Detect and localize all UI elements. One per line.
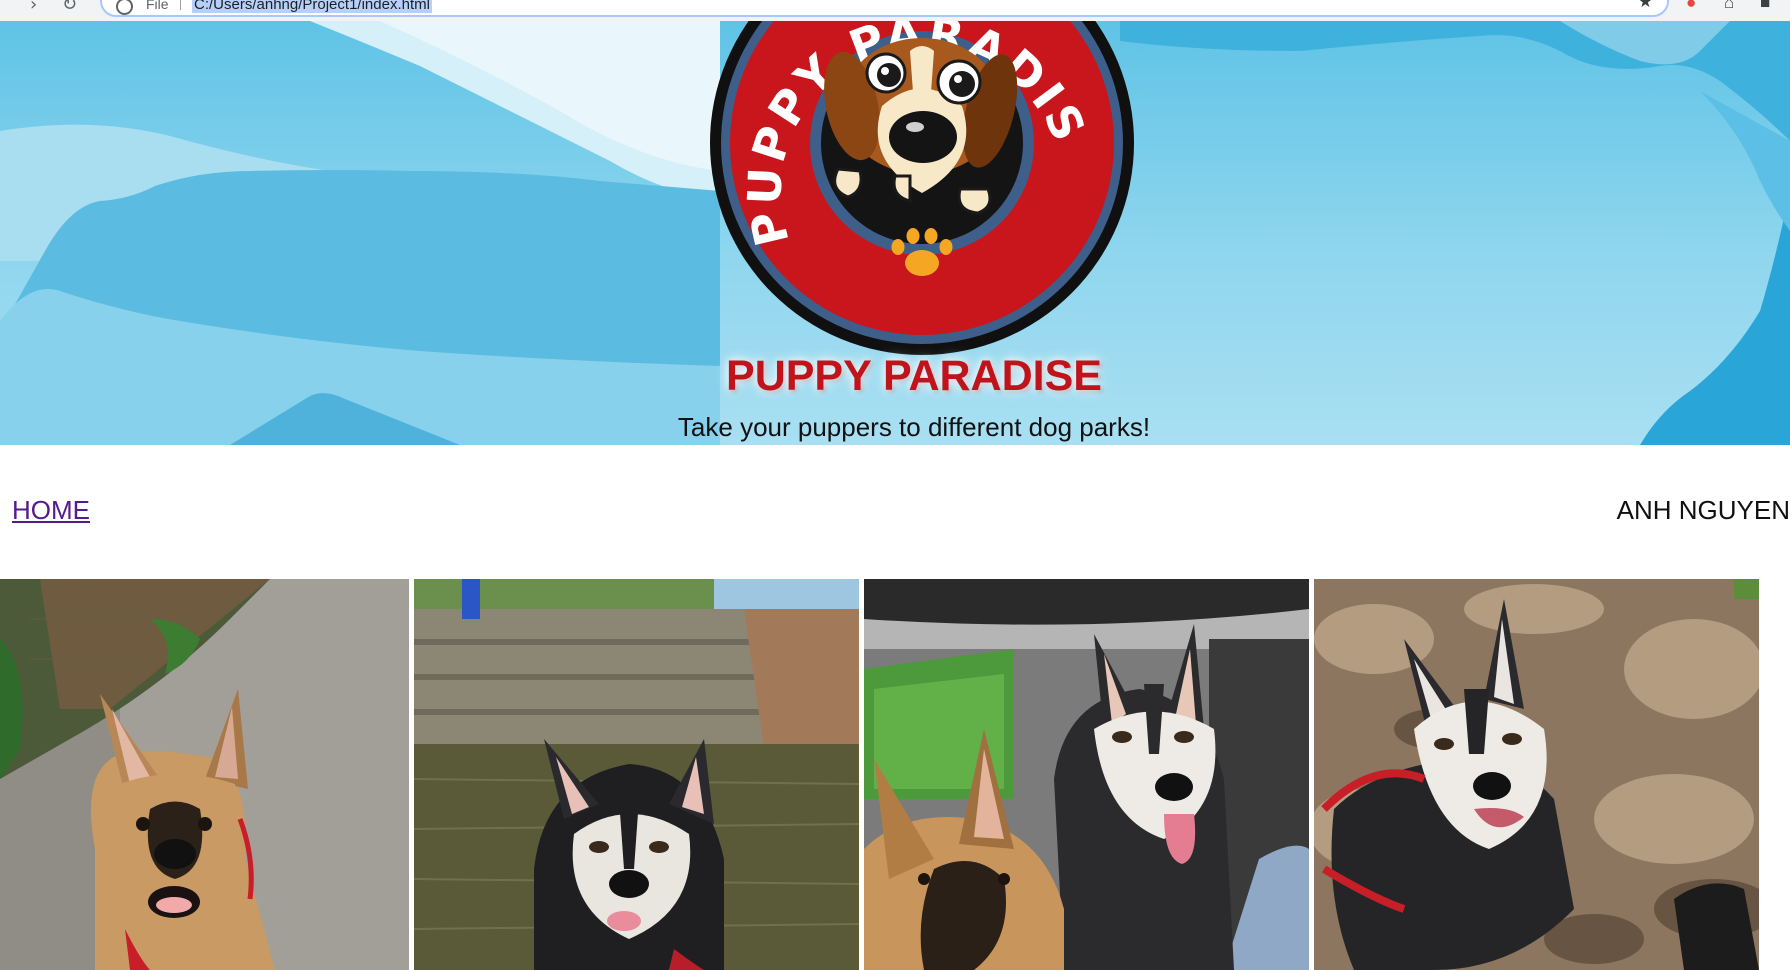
author-name: ANH NGUYEN xyxy=(1616,495,1790,525)
address-separator xyxy=(180,0,181,10)
gallery-photo-german-shepherd[interactable] xyxy=(0,579,409,970)
home-icon[interactable]: ⌂ xyxy=(1724,0,1734,13)
dogs-in-car-photo xyxy=(864,579,1309,970)
browser-toolbar: › ↻ File C:/Users/anhng/Project1/index.h… xyxy=(0,0,1790,22)
home-link[interactable]: HOME xyxy=(12,495,90,526)
gallery-photo-husky-rocks[interactable] xyxy=(1314,579,1759,970)
photo-gallery xyxy=(0,579,1790,970)
info-icon[interactable] xyxy=(116,0,133,15)
forward-arrow-icon[interactable]: › xyxy=(30,0,37,15)
site-tagline: Take your puppers to different dog parks… xyxy=(677,412,1151,442)
profile-icon[interactable]: ■ xyxy=(1760,0,1770,13)
hero-header: PUPPY PARADISE PUPPY PARADISE Take your … xyxy=(0,21,1790,445)
reload-icon[interactable]: ↻ xyxy=(62,0,77,15)
extension-icon[interactable]: ● xyxy=(1686,0,1696,13)
german-shepherd-photo xyxy=(0,579,409,970)
bookmark-star-icon[interactable]: ★ xyxy=(1638,0,1653,12)
husky-rocks-photo xyxy=(1314,579,1759,970)
site-title: PUPPY PARADISE xyxy=(726,352,1102,400)
url-text[interactable]: C:/Users/anhng/Project1/index.html xyxy=(192,0,432,13)
url-scheme-label: File xyxy=(146,0,169,12)
address-bar[interactable]: File C:/Users/anhng/Project1/index.html … xyxy=(100,0,1669,17)
husky-water-photo xyxy=(414,579,859,970)
gallery-photo-dogs-in-car[interactable] xyxy=(864,579,1309,970)
gallery-photo-husky-water[interactable] xyxy=(414,579,859,970)
